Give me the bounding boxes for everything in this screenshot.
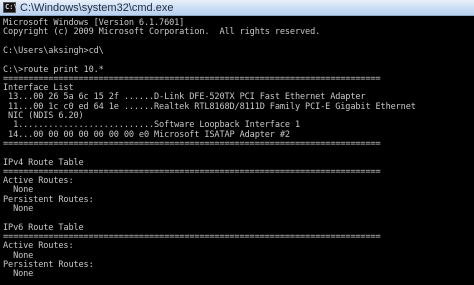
console-line: C:\Users\aksingh>cd\ bbox=[3, 45, 104, 56]
window-title: C:\Windows\system32\cmd.exe bbox=[20, 2, 174, 14]
console-line: ========================================… bbox=[3, 138, 381, 149]
console-output[interactable]: Microsoft Windows [Version 6.1.7601] Copy… bbox=[0, 17, 474, 285]
cmd-icon: C:\ bbox=[3, 2, 18, 13]
console-line: Copyright (c) 2009 Microsoft Corporation… bbox=[3, 27, 321, 38]
cmd-window: C:\ C:\Windows\system32\cmd.exe Microsof… bbox=[0, 0, 474, 285]
console-line: None bbox=[3, 204, 34, 214]
title-bar[interactable]: C:\ C:\Windows\system32\cmd.exe bbox=[0, 0, 474, 16]
console-line: None bbox=[3, 269, 34, 280]
